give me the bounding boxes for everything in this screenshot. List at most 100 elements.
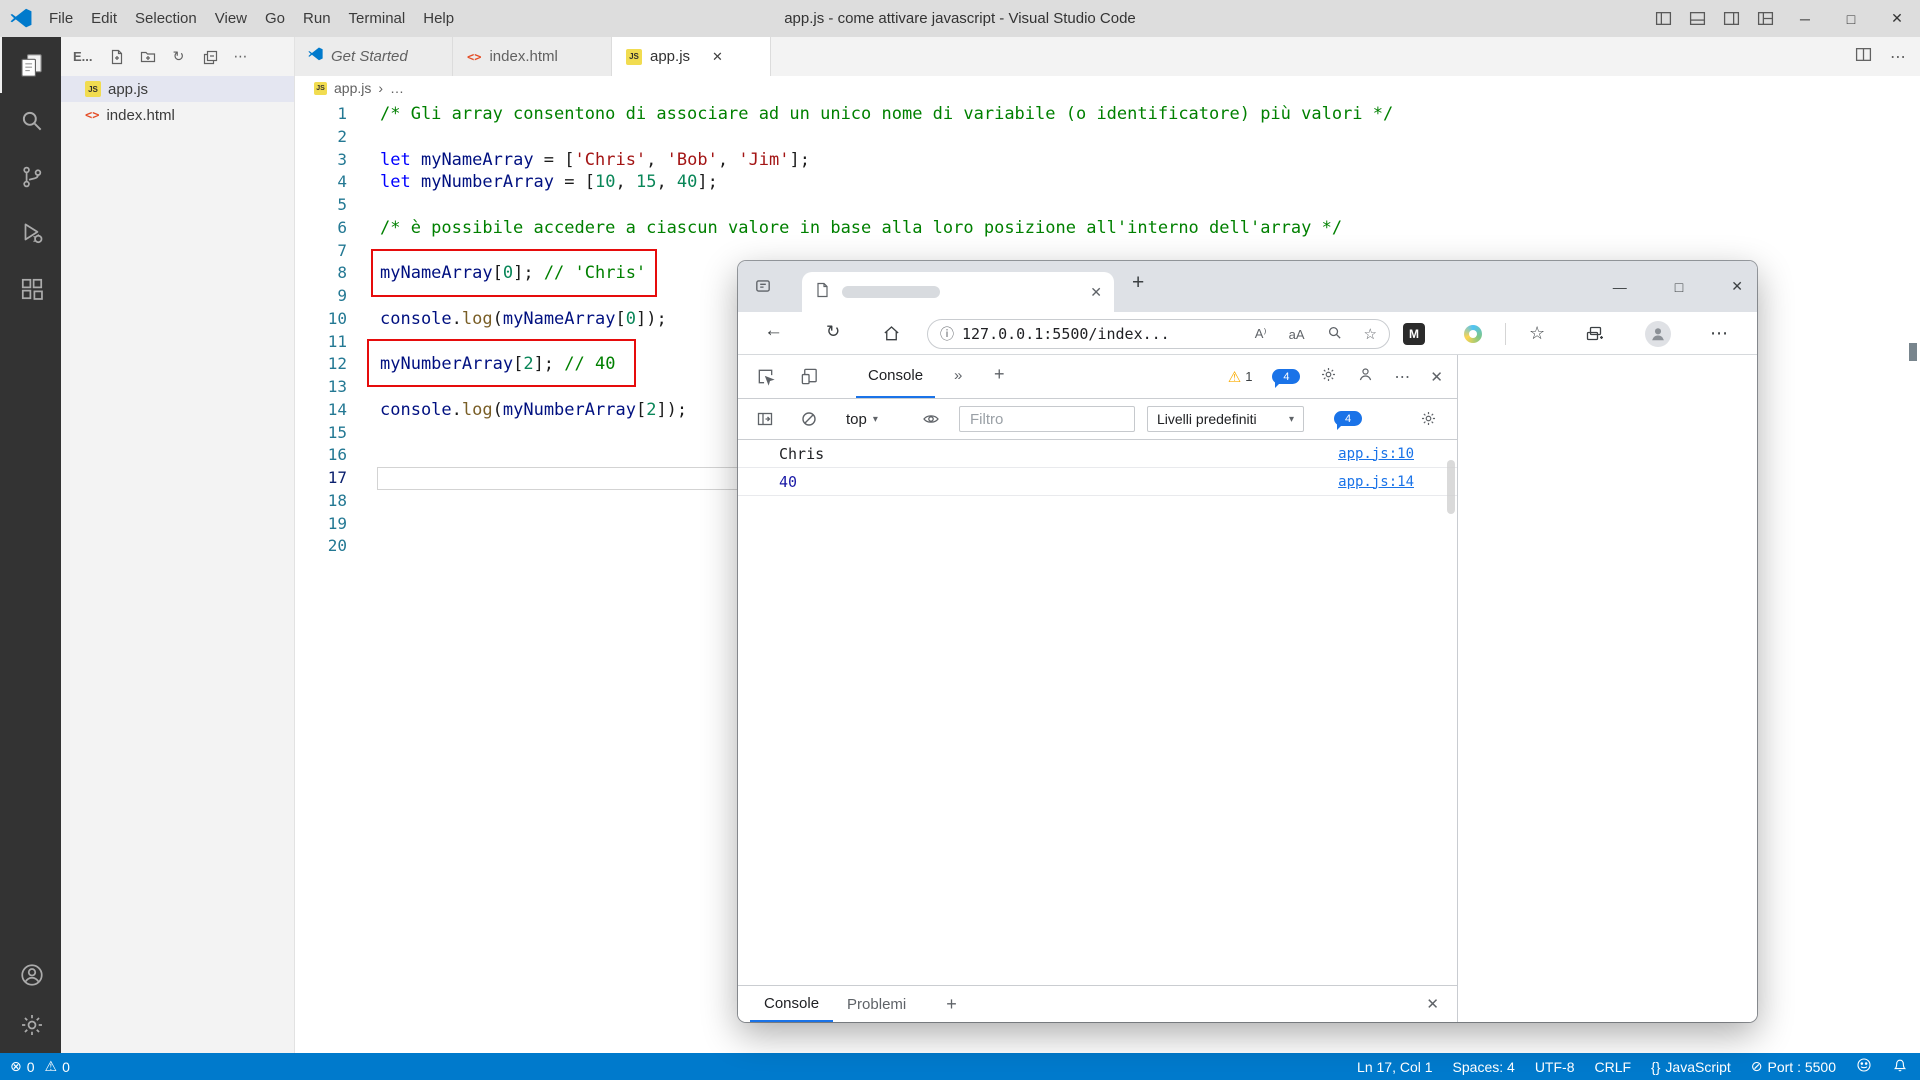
split-editor-icon[interactable] [1855,46,1872,68]
zoom-icon[interactable] [1327,325,1342,343]
more-tabs-icon[interactable]: » [954,367,962,384]
account-icon[interactable] [0,955,61,995]
extension-m-icon[interactable]: M [1403,323,1425,345]
menu-terminal[interactable]: Terminal [340,0,415,37]
new-tab-button[interactable]: + [1132,271,1144,295]
translate-icon[interactable]: aA [1289,327,1305,342]
run-debug-icon[interactable] [0,205,61,261]
browser-more-menu-icon[interactable]: ⋯ [1710,312,1728,355]
devtools-settings-icon[interactable] [1320,366,1337,388]
breadcrumb[interactable]: JS app.js › … [294,76,1920,100]
devtools-close-icon[interactable]: ✕ [1430,368,1443,386]
clear-console-icon[interactable] [800,410,818,433]
explorer-icon[interactable] [0,37,61,93]
console-messages[interactable]: Chrisapp.js:1040app.js:14 [738,440,1457,985]
notifications-bell-icon[interactable] [1892,1057,1908,1076]
breadcrumb-file[interactable]: app.js [334,80,371,96]
warnings-badge[interactable]: ⚠1 [1228,368,1253,386]
device-toolbar-icon[interactable] [800,367,819,391]
reload-icon[interactable]: ↻ [826,322,840,342]
line-text: console.log(myNameArray[0]); [380,308,667,331]
drawer-close-icon[interactable]: ✕ [1426,995,1439,1013]
add-panel-icon[interactable]: + [994,364,1005,385]
home-icon[interactable] [882,324,901,348]
toggle-secondary-sidebar-icon[interactable] [1714,0,1748,37]
menu-help[interactable]: Help [414,0,463,37]
status-spaces-4[interactable]: Spaces: 4 [1453,1059,1515,1075]
status-port-5500[interactable]: ⊘Port : 5500 [1751,1058,1836,1075]
settings-gear-icon[interactable] [0,1005,61,1045]
refresh-icon[interactable]: ↻ [171,49,187,65]
feedback-icon[interactable] [1357,366,1374,388]
toggle-panel-icon[interactable] [1680,0,1714,37]
status-0[interactable]: ⚠0 [45,1058,70,1075]
drawer-add-icon[interactable]: + [946,994,957,1015]
editor-more-actions-icon[interactable]: ⋯ [1890,47,1906,67]
tab-app-js[interactable]: JSapp.js✕ [612,37,771,76]
console-source-link[interactable]: app.js:10 [1338,446,1414,462]
console-source-link[interactable]: app.js:14 [1338,474,1414,490]
tab-close-icon[interactable]: ✕ [712,49,723,65]
favorites-add-icon[interactable]: ☆ [1364,325,1377,343]
source-control-icon[interactable] [0,149,61,205]
toolbar-messages-badge[interactable]: 4 [1334,411,1362,426]
file-item-app-js[interactable]: JSapp.js [61,76,294,102]
menu-edit[interactable]: Edit [82,0,126,37]
more-actions-icon[interactable]: ⋯ [233,49,249,65]
browser-maximize-button[interactable]: □ [1675,279,1683,295]
read-aloud-icon[interactable]: A⁾ [1255,326,1267,342]
site-info-icon[interactable]: ⓘ [940,324,954,344]
context-selector[interactable]: top ▾ [846,399,878,439]
extensions-icon[interactable] [0,261,61,317]
status-ln-17-col-1[interactable]: Ln 17, Col 1 [1357,1059,1433,1075]
toggle-sidebar-icon[interactable] [1646,0,1680,37]
log-levels-dropdown[interactable]: Livelli predefiniti ▾ [1147,406,1304,432]
new-folder-icon[interactable] [140,49,156,65]
breadcrumb-more[interactable]: … [390,80,404,96]
menu-view[interactable]: View [206,0,256,37]
devtools-more-icon[interactable]: ⋯ [1394,367,1410,387]
status-utf-8[interactable]: UTF-8 [1535,1059,1575,1075]
browser-tab[interactable]: ✕ [802,272,1114,312]
url-text[interactable]: 127.0.0.1:5500/index... [962,325,1170,343]
new-file-icon[interactable] [109,49,125,65]
profile-avatar[interactable] [1645,321,1671,347]
customize-layout-icon[interactable] [1748,0,1782,37]
inspect-element-icon[interactable] [756,367,775,391]
status-javascript[interactable]: {}JavaScript [1651,1059,1731,1075]
window-maximize-button[interactable]: □ [1828,0,1874,37]
address-bar[interactable]: ⓘ 127.0.0.1:5500/index... A⁾ aA ☆ [927,319,1390,349]
tab-actions-menu-icon[interactable] [754,277,772,300]
menu-file[interactable]: File [40,0,82,37]
devtools-scrollbar-thumb[interactable] [1447,460,1455,514]
status-crlf[interactable]: CRLF [1594,1059,1631,1075]
messages-badge[interactable]: 4 [1272,369,1300,384]
drawer-tab-problemi[interactable]: Problemi [833,986,920,1022]
collapse-all-icon[interactable] [202,49,218,65]
drawer-tab-console[interactable]: Console [750,986,833,1022]
console-sidebar-icon[interactable] [756,410,774,433]
favorites-icon[interactable]: ☆ [1529,312,1545,355]
file-item-index-html[interactable]: <>index.html [61,102,294,128]
feedback-smiley-icon[interactable] [1856,1057,1872,1076]
collections-icon[interactable] [1584,312,1604,355]
menu-go[interactable]: Go [256,0,294,37]
console-filter-input[interactable] [959,406,1135,432]
browser-minimize-button[interactable]: — [1613,279,1627,295]
search-icon[interactable] [0,93,61,149]
devtools-console-tab[interactable]: Console [856,355,935,398]
status-0[interactable]: ⊗0 [10,1058,35,1075]
console-settings-icon[interactable] [1420,410,1437,432]
browser-close-button[interactable]: ✕ [1731,278,1743,295]
menu-selection[interactable]: Selection [126,0,206,37]
window-minimize-button[interactable]: ─ [1782,0,1828,37]
menu-run[interactable]: Run [294,0,340,37]
extension-icon[interactable] [1464,325,1482,343]
live-expression-eye-icon[interactable] [922,410,940,433]
back-icon[interactable]: ← [764,320,783,342]
editor-scrollbar[interactable] [1906,100,1920,1053]
tab-index-html[interactable]: <>index.html [453,37,612,76]
tab-get-started[interactable]: Get Started [294,37,453,76]
window-close-button[interactable]: ✕ [1874,0,1920,37]
tab-close-icon[interactable]: ✕ [1090,284,1102,301]
